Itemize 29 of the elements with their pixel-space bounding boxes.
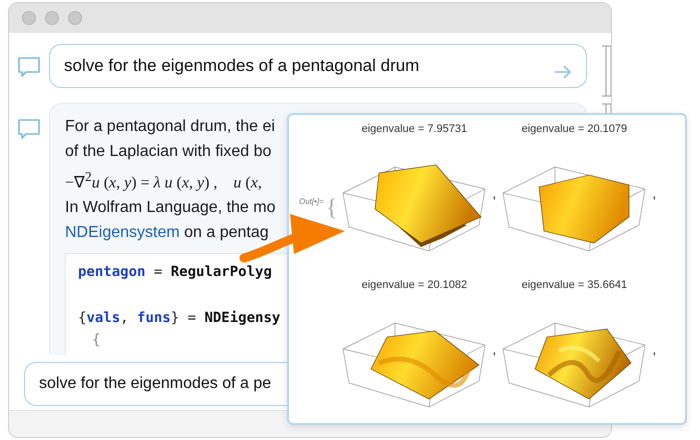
window-button[interactable] [45,11,59,25]
code-line: pentagon = RegularPolyg [78,264,272,280]
response-text: In Wolfram Language, the mo [65,198,276,218]
brace: { [326,195,338,222]
plot-title: eigenvalue = 20.1082 [362,279,468,291]
code-line: {vals, funs} = NDEigensy [78,310,280,326]
output-label: Out[•]= [299,197,324,206]
response-text: For a pentagonal drum, the ei [65,117,275,137]
code-line: { [91,332,100,348]
plot-title: eigenvalue = 7.95731 [362,123,468,135]
separator: , [491,341,498,357]
equation: −∇$^{2}$u (x, y) = λ u (x, y) , u (x, [65,168,262,194]
input-field[interactable]: solve for the eigenmodes of a pe [24,362,287,406]
function-link[interactable]: NDEigensystem [65,224,180,242]
cell-bracket-icon[interactable] [601,103,611,113]
window-button[interactable] [68,11,82,25]
plot-title: eigenvalue = 20.1079 [522,123,628,135]
chat-bubble-icon [17,117,41,141]
separator: , [651,185,658,201]
response-text: NDEigensystem on a pentag [65,223,269,244]
send-arrow-icon[interactable] [554,64,572,78]
chat-bubble-icon [17,55,41,79]
query-field[interactable]: solve for the eigenmodes of a pentagonal drum [49,44,587,88]
response-text: of the Laplacian with fixed bo [65,142,272,162]
window-button[interactable] [22,11,36,25]
cell-bracket-icon[interactable] [601,45,611,97]
separator: , [491,185,498,201]
plot-title: eigenvalue = 35.6641 [522,279,628,291]
separator: , [651,341,658,357]
